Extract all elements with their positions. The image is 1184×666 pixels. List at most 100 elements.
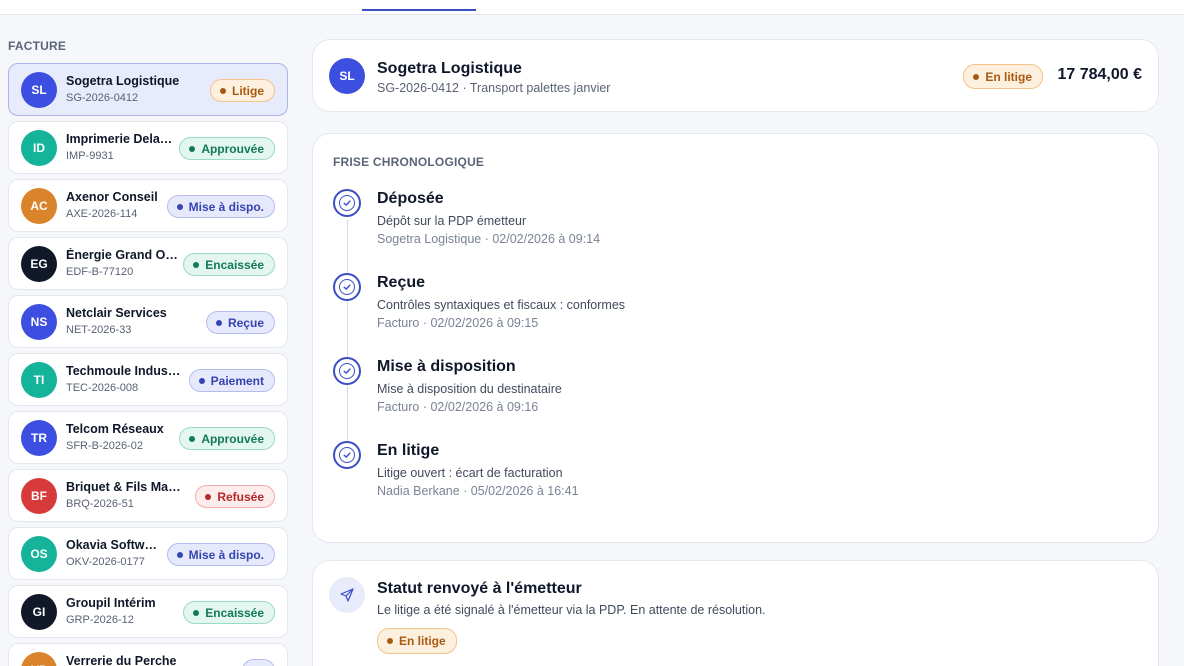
status-badge-label: Encaissée [205, 605, 264, 620]
invoice-sidebar: FACTURE SL Sogetra Logistique SG-2026-0412… [8, 38, 288, 666]
invoice-list: SL Sogetra Logistique SG-2026-0412 Litige ID… [8, 63, 288, 666]
avatar: EG [21, 246, 57, 282]
status-dot [215, 319, 222, 326]
timeline-step-description: Litige ouvert : écart de facturation [377, 466, 563, 480]
status-badge: Paiement [188, 369, 275, 392]
timeline-step-description: Mise à disposition du destinataire [377, 382, 562, 396]
avatar: SL [329, 58, 365, 94]
status-badge-label: Mise à dispo. [188, 199, 264, 214]
supplier-name: Sogetra Logistique [377, 60, 522, 77]
notice-title: Statut renvoyé à l'émetteur [377, 580, 582, 597]
invoice-supplier-name: Imprimerie Dela… [66, 132, 173, 146]
timeline-step-label: Reçue [377, 274, 426, 291]
invoice-list-item[interactable]: GI Groupil Intérim GRP-2026-12 Encaissée [8, 585, 288, 638]
invoice-supplier-name: Telcom Réseaux [66, 422, 164, 436]
status-dot [193, 261, 200, 268]
invoice-supplier-name: Sogetra Logistique [66, 74, 180, 88]
invoice-list-item[interactable]: TI Techmoule Indus… TEC-2026-008 Paiement [8, 353, 288, 406]
avatar: BF [21, 478, 57, 514]
timeline-step-description: Dépôt sur la PDP émetteur [377, 214, 527, 228]
status-badge: Litige [210, 79, 275, 102]
status-badge-label: Paiement [210, 373, 264, 388]
timeline-step-meta: Facturo · 02/02/2026 à 09:15 [377, 316, 539, 330]
status-badge-label: Reçue [227, 315, 264, 330]
avatar: NS [21, 304, 57, 340]
avatar: GI [21, 594, 57, 630]
status-badge: Reçue [205, 311, 275, 334]
timeline-step: Déposée Dépôt sur la PDP émetteur Sogetra … [333, 189, 1133, 259]
status-badge-label: En litige [985, 69, 1032, 84]
status-dot [205, 493, 212, 500]
invoice-list-item[interactable]: AC Axenor Conseil AXE-2026-114 Mise à dispo… [8, 179, 288, 232]
status-dot [176, 551, 183, 558]
notice-status-badge: En litige [377, 628, 457, 654]
active-tab-indicator [362, 9, 476, 11]
timeline-step-meta: Sogetra Logistique · 02/02/2026 à 09:14 [377, 232, 601, 246]
status-badge-label: Mise à dispo. [188, 547, 264, 562]
timeline-step: Reçue Contrôles syntaxiques et fiscaux : … [333, 273, 1133, 343]
notice-description: Le litige a été signalé à l'émetteur via… [377, 603, 766, 617]
status-badge-label: Approuvée [201, 431, 264, 446]
timeline-step-meta: Facturo · 02/02/2026 à 09:16 [377, 400, 539, 414]
invoice-list-item[interactable]: ID Imprimerie Dela… IMP-9931 Approuvée [8, 121, 288, 174]
timeline-title: FRISE CHRONOLOGIQUE [333, 155, 485, 169]
invoice-reference: AXE-2026-114 [66, 208, 138, 220]
avatar: TR [21, 420, 57, 456]
avatar: AC [21, 188, 57, 224]
top-tab-bar [0, 0, 1184, 15]
status-badge: Mise à dispo. [166, 195, 275, 218]
invoice-supplier-name: Groupil Intérim [66, 596, 156, 610]
status-badge [242, 659, 275, 666]
timeline-step-label: Déposée [377, 190, 444, 207]
status-badge: En litige [963, 64, 1043, 89]
invoice-reference: OKV-2026-0177 [66, 556, 145, 568]
status-dot [220, 87, 226, 94]
status-notice-card: Statut renvoyé à l'émetteur Le litige a … [312, 560, 1159, 666]
invoice-list-item[interactable]: OS Okavia Softw… OKV-2026-0177 Mise à dispo… [8, 527, 288, 580]
invoice-supplier-name: Okavia Softw… [66, 538, 157, 552]
status-badge: Approuvée [179, 427, 275, 450]
invoice-list-item[interactable]: NS Netclair Services NET-2026-33 Reçue [8, 295, 288, 348]
status-badge: Mise à dispo. [166, 543, 275, 566]
check-circle-icon [333, 357, 361, 385]
status-badge: Encaissée [183, 253, 275, 276]
avatar: TI [21, 362, 57, 398]
invoice-list-item[interactable]: EG Énergie Grand O… EDF-B-77120 Encaissée [8, 237, 288, 290]
status-dot [193, 609, 200, 616]
invoice-subtitle: SG-2026-0412 · Transport palettes janvie… [377, 81, 611, 95]
invoice-reference: GRP-2026-12 [66, 614, 134, 626]
invoice-supplier-name: Netclair Services [66, 306, 167, 320]
invoice-reference: NET-2026-33 [66, 324, 132, 336]
send-icon [329, 577, 365, 613]
avatar: VP [21, 652, 57, 666]
sidebar-title: FACTURE [8, 39, 67, 53]
timeline-step-label: En litige [377, 442, 440, 459]
invoice-supplier-name: Techmoule Indus… [66, 364, 181, 378]
status-badge-label: Refusée [217, 489, 264, 504]
check-circle-icon [333, 273, 361, 301]
invoice-header-card: SL Sogetra Logistique SG-2026-0412 · Tra… [312, 39, 1159, 112]
invoice-list-item[interactable]: TR Telcom Réseaux SFR-B-2026-02 Approuvée [8, 411, 288, 464]
check-circle-icon [333, 189, 361, 217]
invoice-reference: TEC-2026-008 [66, 382, 139, 394]
invoice-reference: SG-2026-0412 [66, 92, 139, 104]
invoice-list-item[interactable]: BF Briquet & Fils Maté… BRQ-2026-51 Refusée [8, 469, 288, 522]
notice-status-label: En litige [399, 634, 446, 648]
invoice-reference: EDF-B-77120 [66, 266, 134, 278]
status-badge-label: Encaissée [205, 257, 264, 272]
status-dot [176, 203, 183, 210]
avatar: OS [21, 536, 57, 572]
status-badge-label: Litige [232, 83, 264, 98]
status-dot [189, 145, 196, 152]
invoice-list-item[interactable]: SL Sogetra Logistique SG-2026-0412 Litige [8, 63, 288, 116]
timeline-step: En litige Litige ouvert : écart de factur… [333, 441, 1133, 511]
invoice-supplier-name: Verrerie du Perche [66, 654, 177, 666]
invoice-list-item[interactable]: VP Verrerie du Perche [8, 643, 288, 666]
timeline-step-meta: Nadia Berkane · 05/02/2026 à 16:41 [377, 484, 579, 498]
timeline-step-description: Contrôles syntaxiques et fiscaux : confo… [377, 298, 626, 312]
status-dot [973, 73, 980, 80]
invoice-amount: 17 784,00 € [1057, 66, 1142, 83]
avatar: SL [21, 72, 57, 108]
avatar: ID [21, 130, 57, 166]
invoice-supplier-name: Axenor Conseil [66, 190, 158, 204]
